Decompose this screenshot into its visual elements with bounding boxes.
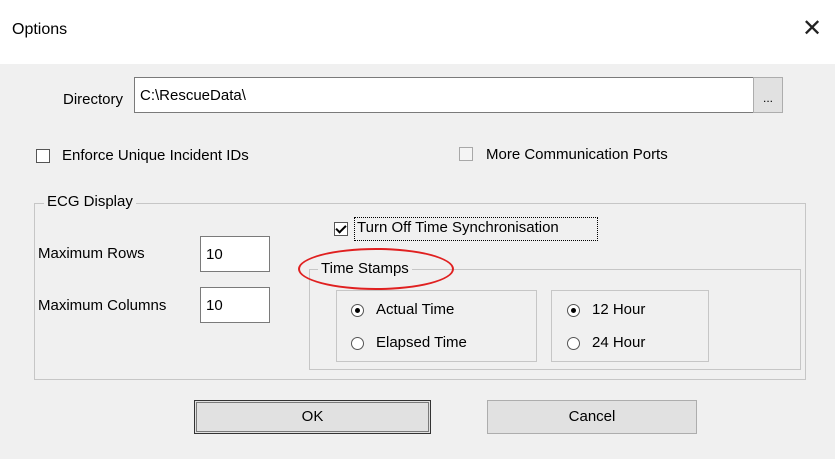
actual-time-label: Actual Time — [376, 301, 455, 318]
max-cols-label: Maximum Columns — [38, 297, 167, 314]
enforce-unique-checkbox[interactable] — [36, 149, 50, 163]
options-dialog: Options ✕ Directory ... Enforce Unique I… — [0, 0, 835, 459]
title-bar: Options ✕ — [0, 0, 835, 64]
dialog-title: Options — [12, 21, 68, 38]
actual-time-radio[interactable] — [351, 304, 364, 317]
browse-button[interactable]: ... — [753, 77, 783, 113]
directory-input[interactable] — [134, 77, 754, 113]
cancel-button[interactable]: Cancel — [487, 400, 697, 434]
12-hour-label: 12 Hour — [592, 301, 646, 318]
ok-button[interactable]: OK — [194, 400, 431, 434]
directory-label: Directory — [63, 91, 124, 108]
max-rows-input[interactable] — [200, 236, 270, 272]
turn-off-sync-checkbox[interactable] — [334, 222, 348, 236]
elapsed-time-radio[interactable] — [351, 337, 364, 350]
more-ports-checkbox[interactable] — [459, 147, 473, 161]
close-icon[interactable]: ✕ — [797, 14, 827, 44]
12-hour-radio[interactable] — [567, 304, 580, 317]
more-ports-label: More Communication Ports — [486, 146, 668, 163]
elapsed-time-label: Elapsed Time — [376, 334, 467, 351]
annotation-ellipse — [298, 248, 454, 290]
24-hour-radio[interactable] — [567, 337, 580, 350]
max-rows-label: Maximum Rows — [38, 245, 145, 262]
ecg-display-legend: ECG Display — [44, 193, 136, 210]
enforce-unique-label: Enforce Unique Incident IDs — [62, 147, 249, 164]
24-hour-label: 24 Hour — [592, 334, 646, 351]
turn-off-sync-label: Turn Off Time Synchronisation — [357, 219, 559, 236]
max-cols-input[interactable] — [200, 287, 270, 323]
